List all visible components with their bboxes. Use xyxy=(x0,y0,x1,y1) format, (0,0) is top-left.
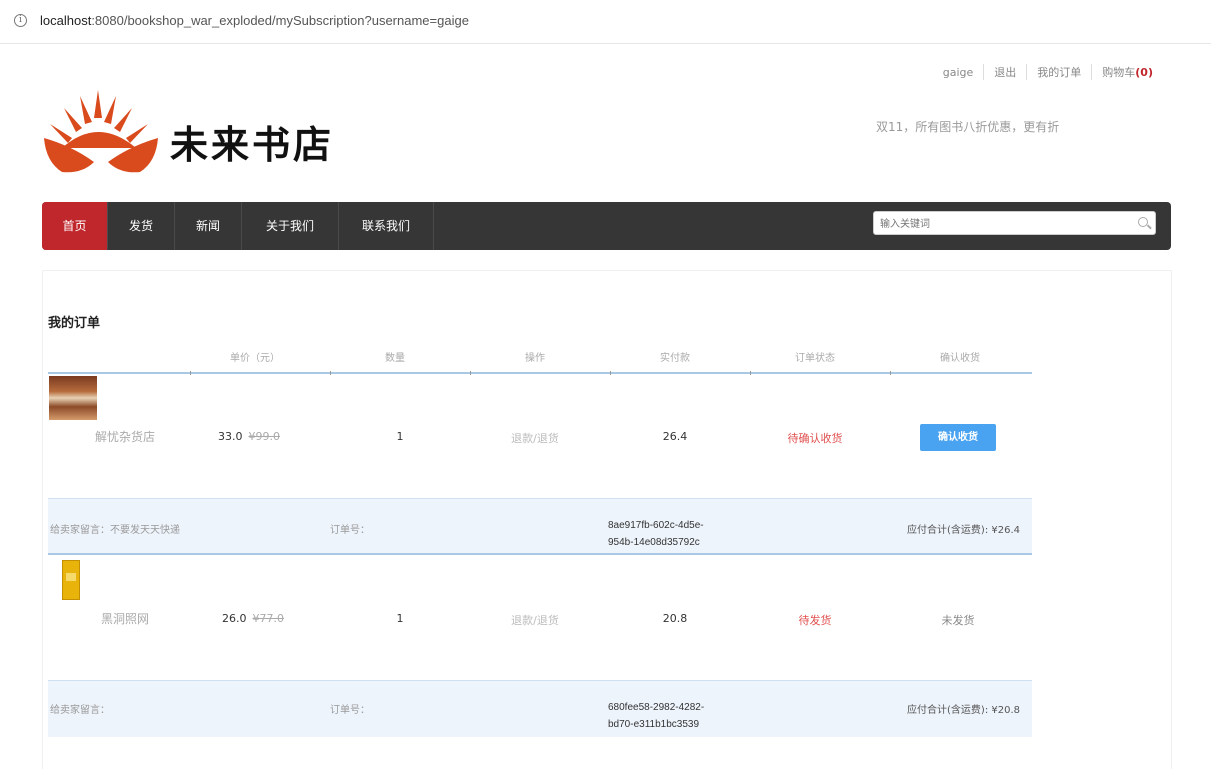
url-path: :8080/bookshop_war_exploded/mySubscripti… xyxy=(91,13,469,28)
nav-about[interactable]: 关于我们 xyxy=(242,202,339,250)
col-unit-price: 单价（元） xyxy=(230,353,280,364)
url-text[interactable]: localhost:8080/bookshop_war_exploded/myS… xyxy=(40,13,469,28)
order-total: 应付合计(含运费): ¥26.4 xyxy=(907,525,1020,536)
nav-ship[interactable]: 发货 xyxy=(108,202,175,250)
col-paid: 实付款 xyxy=(660,353,690,364)
address-bar[interactable]: i localhost:8080/bookshop_war_exploded/m… xyxy=(0,0,1211,44)
book-title[interactable]: 黑洞照网 xyxy=(70,610,180,627)
url-host: localhost xyxy=(40,13,92,28)
paid-amount: 20.8 xyxy=(662,612,688,625)
user-links: gaige 退出 我的订单 购物车(0) xyxy=(933,64,1163,80)
paid-amount: 26.4 xyxy=(662,430,688,443)
col-tick xyxy=(190,371,191,375)
price-current: 26.0 xyxy=(222,612,247,625)
search-input[interactable] xyxy=(874,213,1124,236)
unit-price: 26.0 ¥77.0 xyxy=(222,612,332,625)
quantity: 1 xyxy=(396,612,404,625)
unit-price: 33.0 ¥99.0 xyxy=(218,430,328,443)
page-title: 我的订单 xyxy=(48,316,101,331)
col-status: 订单状态 xyxy=(795,353,835,364)
col-confirm: 确认收货 xyxy=(940,353,980,364)
my-orders-link[interactable]: 我的订单 xyxy=(1026,64,1091,80)
logo-text[interactable]: 未来书店 xyxy=(170,114,334,169)
status-badge: 待确认收货 xyxy=(787,432,843,445)
confirm-receipt-button[interactable]: 确认收货 xyxy=(920,424,996,451)
nav-home[interactable]: 首页 xyxy=(42,202,108,250)
order-number-label: 订单号： xyxy=(330,525,370,536)
order-summary-row: 给卖家留言： 订单号： 680fee58-2982-4282- bd70-e311… xyxy=(48,680,1032,737)
book-cover-image[interactable] xyxy=(49,376,97,420)
header-divider xyxy=(48,372,1032,374)
sun-logo-icon xyxy=(44,90,158,173)
col-tick xyxy=(470,371,471,375)
nav-news[interactable]: 新闻 xyxy=(175,202,242,250)
refund-link[interactable]: 退款/退货 xyxy=(500,612,570,628)
book-cover-image[interactable] xyxy=(62,560,80,600)
quantity: 1 xyxy=(396,430,404,443)
order-number: 8ae917fb-602c-4d5e- 954b-14e08d35792c xyxy=(608,517,704,551)
col-qty: 数量 xyxy=(385,353,405,364)
col-tick xyxy=(890,371,891,375)
order-number-line: 8ae917fb-602c-4d5e- xyxy=(608,520,704,531)
order-number-line: 680fee58-2982-4282- xyxy=(608,702,705,713)
order-summary-row: 给卖家留言：不要发天天快递 订单号： 8ae917fb-602c-4d5e- 95… xyxy=(48,498,1032,555)
buyer-remark: 给卖家留言： xyxy=(50,705,110,716)
cart-label: 购物车 xyxy=(1102,66,1136,79)
order-number: 680fee58-2982-4282- bd70-e311b1bc3539 xyxy=(608,699,704,733)
buyer-remark: 给卖家留言：不要发天天快递 xyxy=(50,525,180,536)
price-current: 33.0 xyxy=(218,430,243,443)
order-number-line: 954b-14e08d35792c xyxy=(608,537,700,548)
price-original: ¥77.0 xyxy=(252,612,285,625)
cart-link[interactable]: 购物车(0) xyxy=(1091,64,1163,80)
refund-link[interactable]: 退款/退货 xyxy=(500,430,570,446)
col-tick xyxy=(750,371,751,375)
col-tick xyxy=(610,371,611,375)
logout-link[interactable]: 退出 xyxy=(983,64,1026,80)
promo-text: 双11，所有图书八折优惠，更有折 xyxy=(876,120,1060,134)
username-link[interactable]: gaige xyxy=(933,66,984,79)
main-nav: 首页 发货 新闻 关于我们 联系我们 xyxy=(42,202,1171,250)
price-original: ¥99.0 xyxy=(248,430,281,443)
book-title[interactable]: 解忧杂货店 xyxy=(70,428,180,445)
cart-count: (0) xyxy=(1135,66,1153,79)
status-badge: 待发货 xyxy=(798,614,832,627)
order-total: 应付合计(含运费): ¥20.8 xyxy=(907,705,1020,716)
not-shipped-label: 未发货 xyxy=(941,614,975,627)
search-box xyxy=(873,211,1156,236)
info-icon[interactable]: i xyxy=(14,14,27,27)
search-icon[interactable] xyxy=(1138,217,1148,227)
col-action: 操作 xyxy=(525,353,545,364)
order-number-line: bd70-e311b1bc3539 xyxy=(608,719,700,730)
order-number-label: 订单号： xyxy=(330,705,370,716)
nav-contact[interactable]: 联系我们 xyxy=(339,202,434,250)
col-tick xyxy=(330,371,331,375)
